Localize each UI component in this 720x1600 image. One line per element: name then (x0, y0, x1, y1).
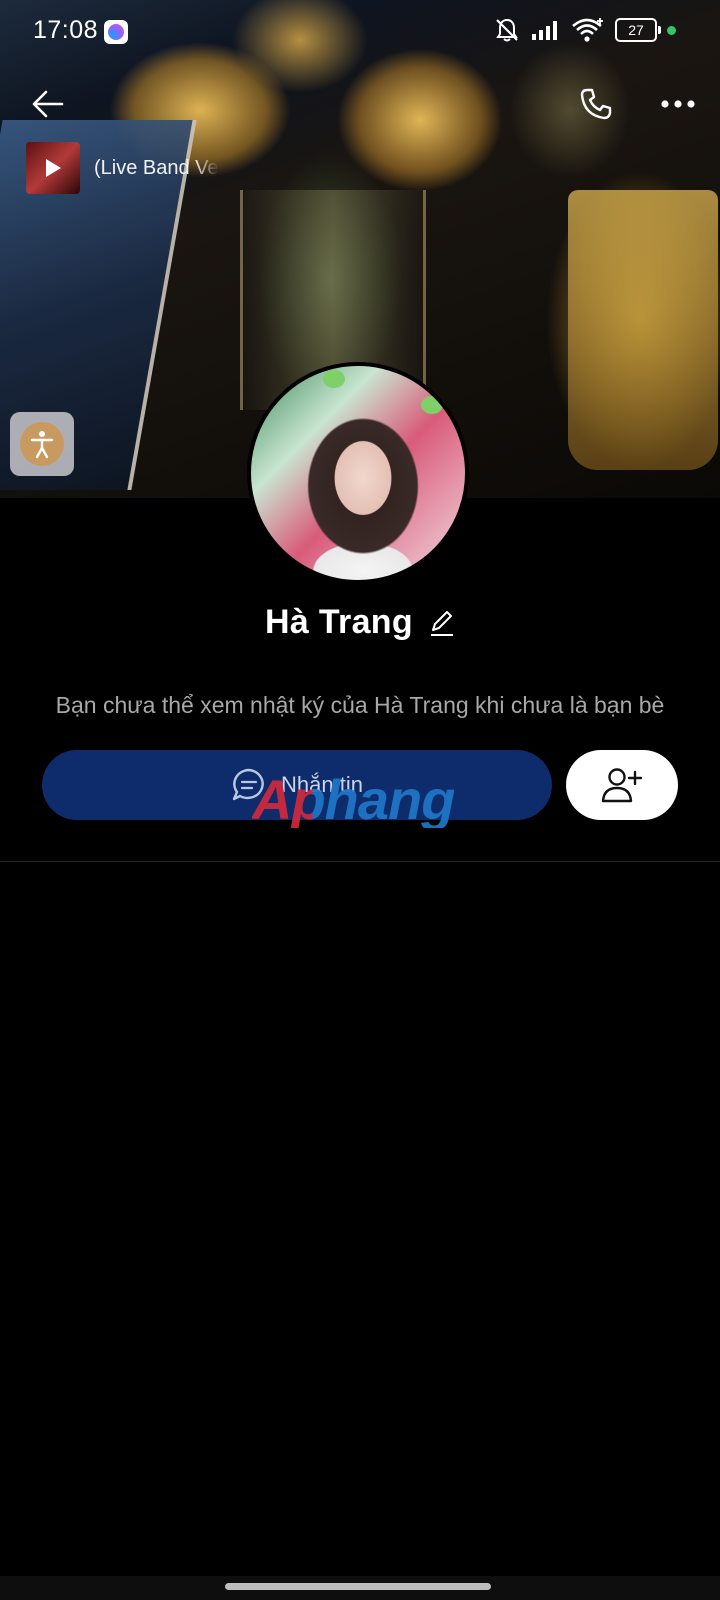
pencil-icon (430, 610, 453, 636)
music-title: (Live Band Ve (94, 156, 219, 179)
signal-icon (532, 21, 557, 40)
profile-music-chip[interactable]: (Live Band Ve (26, 142, 226, 194)
more-horizontal-icon (661, 100, 695, 108)
back-button[interactable] (26, 82, 70, 126)
add-friend-button[interactable] (566, 750, 678, 820)
profile-name: Hà Trang (265, 603, 413, 641)
section-divider (0, 861, 720, 862)
arrow-left-icon (32, 90, 64, 118)
user-plus-icon (601, 768, 643, 803)
play-icon (46, 159, 61, 177)
send-message-label: Nhắn tin (281, 772, 363, 797)
home-indicator[interactable] (225, 1583, 491, 1590)
accessibility-floating-button[interactable] (10, 412, 74, 476)
cover-photo-glass (568, 190, 718, 470)
edit-name-button[interactable] (429, 609, 455, 637)
mute-icon (496, 18, 518, 42)
status-time: 17:08 (33, 16, 99, 44)
music-thumbnail (26, 142, 80, 194)
messenger-icon (104, 20, 128, 44)
wifi-icon (572, 18, 603, 42)
profile-name-row: Hà Trang (0, 603, 720, 642)
accessibility-icon (30, 431, 54, 459)
status-bar: 17:08 27 (0, 0, 720, 62)
call-button[interactable] (572, 80, 620, 128)
phone-icon (580, 88, 612, 120)
privacy-notice: Bạn chưa thể xem nhật ký của Hà Trang kh… (55, 692, 665, 718)
send-message-button[interactable]: Nhắn tin (42, 750, 552, 820)
avatar-sticker (323, 370, 345, 388)
privacy-indicator-dot (667, 25, 676, 35)
status-icons: 27 (493, 16, 676, 44)
avatar-sticker (421, 396, 443, 414)
profile-avatar[interactable] (247, 362, 469, 584)
battery-icon: 27 (615, 18, 661, 42)
more-options-button[interactable] (654, 82, 702, 126)
chat-bubble-icon (232, 768, 264, 801)
